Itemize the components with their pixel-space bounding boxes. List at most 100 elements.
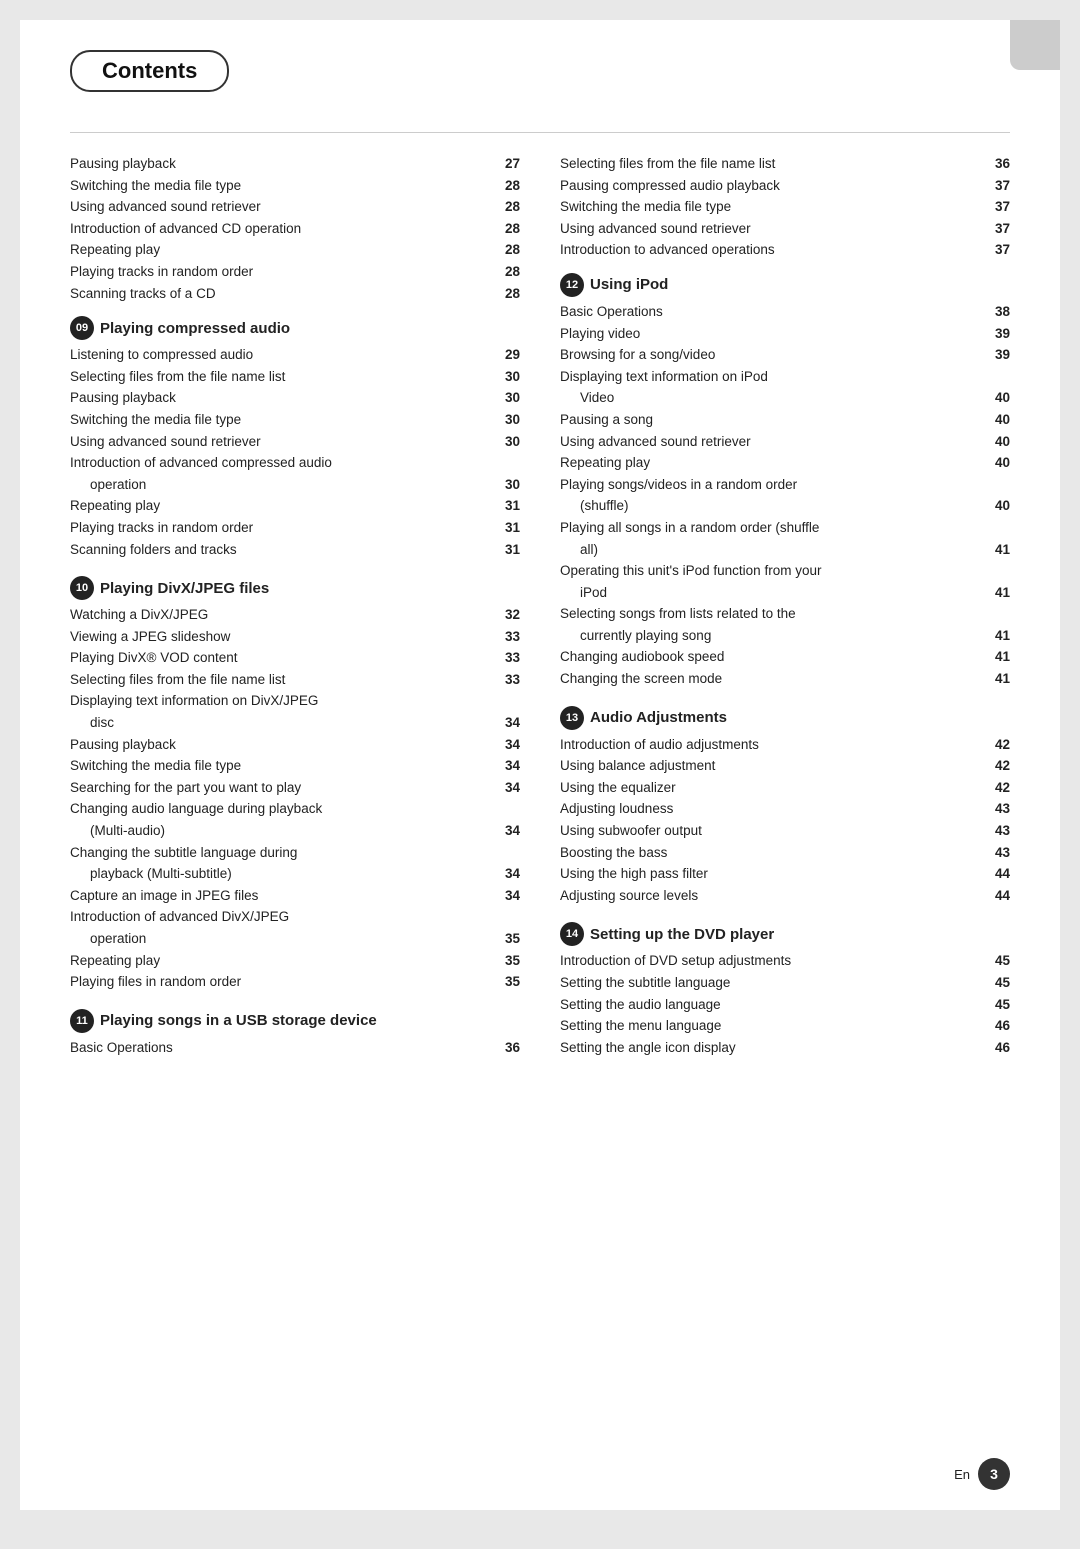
toc-item-text: Introduction of advanced compressed audi… bbox=[70, 452, 520, 474]
toc-item: Changing audio language during playback bbox=[70, 798, 520, 820]
toc-item-text: Viewing a JPEG slideshow bbox=[70, 626, 499, 648]
toc-item-text: Playing tracks in random order bbox=[70, 517, 499, 539]
toc-item: Introduction to advanced operations 37 bbox=[560, 239, 1010, 261]
section-title: Using iPod bbox=[590, 276, 668, 293]
toc-item-text: Video bbox=[580, 387, 989, 409]
toc-item-num: 31 bbox=[505, 517, 520, 539]
section: 13Audio AdjustmentsIntroduction of audio… bbox=[560, 706, 1010, 907]
toc-item-text: Basic Operations bbox=[70, 1037, 499, 1059]
toc-item-text: Using advanced sound retriever bbox=[560, 431, 989, 453]
toc-item: Repeating play28 bbox=[70, 239, 520, 261]
toc-item-num: 46 bbox=[995, 1015, 1010, 1037]
toc-item-text: Playing files in random order bbox=[70, 971, 499, 993]
divider bbox=[70, 132, 1010, 133]
toc-item-num: 39 bbox=[995, 344, 1010, 366]
toc-item: Selecting files from the file name list3… bbox=[70, 669, 520, 691]
toc-item-num: 37 bbox=[995, 218, 1010, 240]
toc-item-text: Pausing compressed audio playback bbox=[560, 175, 989, 197]
toc-item-text: Scanning folders and tracks bbox=[70, 539, 499, 561]
toc-item-text: (Multi-audio) bbox=[90, 820, 499, 842]
toc-item-text: playback (Multi-subtitle) bbox=[90, 863, 499, 885]
toc-item: Setting the menu language46 bbox=[560, 1015, 1010, 1037]
section-header: 11Playing songs in a USB storage device bbox=[70, 1009, 520, 1033]
toc-item-text: Using advanced sound retriever bbox=[70, 196, 499, 218]
footer-page: 3 bbox=[978, 1458, 1010, 1490]
toc-item-text: Searching for the part you want to play bbox=[70, 777, 499, 799]
toc-item: Listening to compressed audio29 bbox=[70, 344, 520, 366]
section: 11Playing songs in a USB storage device B… bbox=[70, 1009, 520, 1059]
toc-item-num: 37 bbox=[995, 239, 1010, 261]
toc-item-num: 30 bbox=[505, 366, 520, 388]
left-column: Pausing playback27Switching the media fi… bbox=[70, 153, 520, 1074]
toc-item: Capture an image in JPEG files34 bbox=[70, 885, 520, 907]
toc-item: Pausing a song40 bbox=[560, 409, 1010, 431]
toc-item-num: 34 bbox=[505, 734, 520, 756]
toc-item-text: Using advanced sound retriever bbox=[560, 218, 989, 240]
toc-item: Playing tracks in random order28 bbox=[70, 261, 520, 283]
toc-item: Basic Operations38 bbox=[560, 301, 1010, 323]
toc-item-text: operation bbox=[90, 928, 499, 950]
toc-item-num: 30 bbox=[505, 431, 520, 453]
toc-item-text: Introduction to advanced operations bbox=[560, 239, 989, 261]
toc-item-num: 35 bbox=[505, 971, 520, 993]
toc-item-text: Basic Operations bbox=[560, 301, 989, 323]
right-sections-container: 12Using iPod Basic Operations38Playing vi… bbox=[560, 273, 1010, 1058]
toc-item-num: 35 bbox=[505, 950, 520, 972]
toc-item-num: 45 bbox=[995, 950, 1010, 972]
toc-item-text: Selecting songs from lists related to th… bbox=[560, 603, 1010, 625]
toc-item: Repeating play40 bbox=[560, 452, 1010, 474]
toc-item: Displaying text information on iPod bbox=[560, 366, 1010, 388]
toc-item-num: 41 bbox=[995, 582, 1010, 604]
toc-item: Switching the media file type30 bbox=[70, 409, 520, 431]
toc-item-num: 33 bbox=[505, 626, 520, 648]
toc-item: Selecting files from the file name list3… bbox=[560, 153, 1010, 175]
section-title: Playing compressed audio bbox=[100, 320, 290, 337]
toc-item: Playing video39 bbox=[560, 323, 1010, 345]
toc-item: Using advanced sound retriever 37 bbox=[560, 218, 1010, 240]
toc-item-text: Using subwoofer output bbox=[560, 820, 989, 842]
content-columns: Pausing playback27Switching the media fi… bbox=[70, 153, 1010, 1074]
toc-item-text: Capture an image in JPEG files bbox=[70, 885, 499, 907]
toc-item-num: 41 bbox=[995, 646, 1010, 668]
toc-item: Pausing playback30 bbox=[70, 387, 520, 409]
toc-item: disc34 bbox=[70, 712, 520, 734]
intro-items-left: Pausing playback27Switching the media fi… bbox=[70, 153, 520, 304]
toc-item-text: Pausing playback bbox=[70, 734, 499, 756]
toc-item-num: 43 bbox=[995, 820, 1010, 842]
section-header: 12Using iPod bbox=[560, 273, 1010, 297]
section-header: 09Playing compressed audio bbox=[70, 316, 520, 340]
toc-item-text: Changing audiobook speed bbox=[560, 646, 989, 668]
toc-item: Playing all songs in a random order (shu… bbox=[560, 517, 1010, 539]
right-column: Selecting files from the file name list 3… bbox=[560, 153, 1010, 1074]
toc-item-num: 40 bbox=[995, 495, 1010, 517]
toc-item: Scanning folders and tracks31 bbox=[70, 539, 520, 561]
toc-item: Using subwoofer output 43 bbox=[560, 820, 1010, 842]
toc-item-text: operation bbox=[90, 474, 499, 496]
toc-item: Changing the screen mode41 bbox=[560, 668, 1010, 690]
toc-item: Displaying text information on DivX/JPEG bbox=[70, 690, 520, 712]
toc-item: all)41 bbox=[560, 539, 1010, 561]
toc-item: Boosting the bass43 bbox=[560, 842, 1010, 864]
toc-item: Changing the subtitle language during bbox=[70, 842, 520, 864]
toc-item: Introduction of advanced compressed audi… bbox=[70, 452, 520, 474]
toc-item-text: Switching the media file type bbox=[70, 755, 499, 777]
toc-item-text: (shuffle) bbox=[580, 495, 989, 517]
footer-lang: En bbox=[954, 1467, 970, 1482]
toc-item-text: Introduction of advanced CD operation bbox=[70, 218, 499, 240]
top-right-tab bbox=[1010, 20, 1060, 70]
toc-item-text: Selecting files from the file name list bbox=[560, 153, 989, 175]
toc-item-num: 45 bbox=[995, 972, 1010, 994]
toc-item-text: Changing the screen mode bbox=[560, 668, 989, 690]
section: 09Playing compressed audio Listening to c… bbox=[70, 316, 520, 560]
section-badge: 11 bbox=[70, 1009, 94, 1033]
page: Contents Pausing playback27Switching the… bbox=[20, 20, 1060, 1510]
toc-item: Playing tracks in random order 31 bbox=[70, 517, 520, 539]
toc-item: Using advanced sound retriever28 bbox=[70, 196, 520, 218]
toc-item: Adjusting loudness43 bbox=[560, 798, 1010, 820]
toc-item-text: Selecting files from the file name list bbox=[70, 366, 499, 388]
toc-item-text: Playing tracks in random order bbox=[70, 261, 499, 283]
toc-item-num: 37 bbox=[995, 196, 1010, 218]
toc-item-num: 28 bbox=[505, 175, 520, 197]
toc-item: Switching the media file type28 bbox=[70, 175, 520, 197]
toc-item-text: Repeating play bbox=[70, 239, 499, 261]
